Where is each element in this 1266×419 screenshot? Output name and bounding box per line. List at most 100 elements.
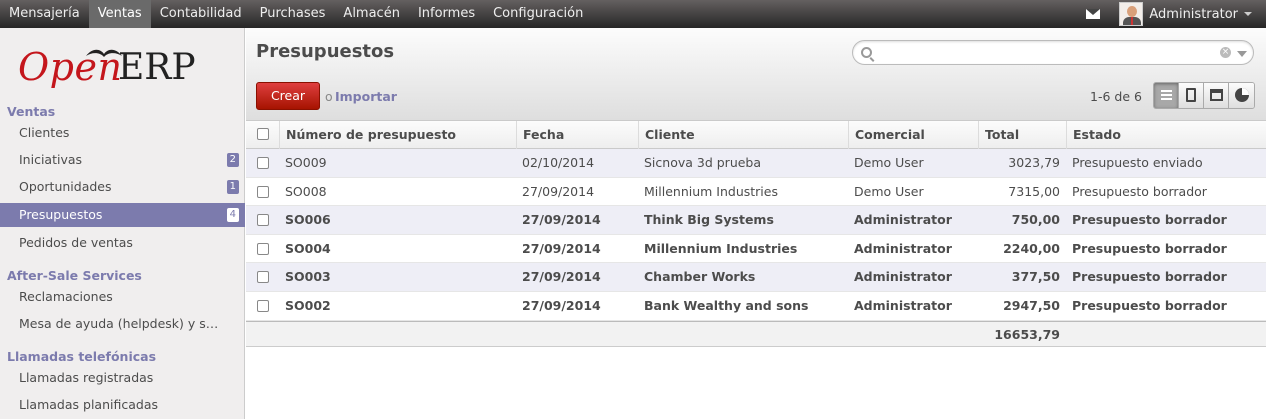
cell-total: 2947,50 [1003, 297, 1060, 313]
section-title-ventas: Ventas [7, 104, 56, 119]
column-header-state[interactable]: Estado [1066, 121, 1266, 149]
table-row[interactable]: SO002 27/09/2014 Bank Wealthy and sons Admi… [246, 292, 1266, 321]
sidebar-item-oportunidades[interactable]: Oportunidades 1 [0, 175, 245, 199]
search-box[interactable]: × [852, 40, 1254, 65]
sidebar-item-iniciativas[interactable]: Iniciativas 2 [0, 148, 245, 172]
column-header-salesperson[interactable]: Comercial [848, 121, 978, 149]
table-header: Número de presupuesto Fecha Cliente Come… [246, 121, 1266, 149]
search-icon[interactable] [861, 47, 872, 58]
count-badge: 4 [226, 208, 239, 222]
user-name[interactable]: Administrator [1149, 7, 1238, 22]
cell-number: SO009 [285, 155, 327, 170]
view-switcher [1153, 82, 1255, 109]
select-all-checkbox[interactable] [257, 128, 269, 140]
mail-icon[interactable] [1086, 9, 1101, 19]
chevron-down-icon[interactable] [1244, 12, 1252, 16]
sidebar-item-llamadas-planificadas[interactable]: Llamadas planificadas [0, 393, 245, 417]
sidebar-item-label: Pedidos de ventas [19, 235, 133, 250]
sidebar-item-label: Clientes [19, 125, 70, 140]
cell-customer: Bank Wealthy and sons [644, 297, 809, 313]
page-title: Presupuestos [256, 41, 395, 62]
sidebar-item-label: Presupuestos [19, 207, 103, 222]
cell-date: 27/09/2014 [522, 240, 601, 256]
sidebar-item-presupuestos[interactable]: Presupuestos 4 [0, 203, 245, 227]
sidebar-item-label: Llamadas planificadas [19, 397, 158, 412]
menu-configuracion[interactable]: Configuración [484, 0, 592, 28]
cell-date: 27/09/2014 [522, 212, 601, 228]
cell-state: Presupuesto borrador [1072, 183, 1207, 199]
sidebar-item-pedidos-de-ventas[interactable]: Pedidos de ventas [0, 231, 245, 255]
row-checkbox[interactable] [257, 157, 269, 169]
cell-salesperson: Administrator [854, 297, 952, 313]
sidebar: Open ERP Ventas Clientes Iniciativas 2 O… [0, 28, 245, 419]
sidebar-item-label: Iniciativas [19, 152, 83, 167]
main-content: Presupuestos × Crear o Importar 1-6 de 6… [246, 28, 1266, 419]
table-row[interactable]: SO003 27/09/2014 Chamber Works Administrato… [246, 263, 1266, 292]
clear-icon[interactable]: × [1220, 47, 1231, 58]
import-link[interactable]: Importar [335, 89, 397, 104]
menu-mensajeria[interactable]: Mensajería [0, 0, 89, 28]
table-row[interactable]: SO004 27/09/2014 Millennium Industries Admi… [246, 235, 1266, 264]
cell-salesperson: Demo User [854, 155, 924, 170]
table-row[interactable]: SO006 27/09/2014 Think Big Systems Administ… [246, 206, 1266, 235]
pie-chart-icon [1235, 88, 1249, 102]
count-badge: 2 [226, 153, 239, 167]
sidebar-item-helpdesk[interactable]: Mesa de ayuda (helpdesk) y s… [0, 312, 245, 336]
sidebar-item-llamadas-registradas[interactable]: Llamadas registradas [0, 366, 245, 390]
form-view-button[interactable] [1179, 83, 1204, 108]
row-checkbox[interactable] [257, 271, 269, 284]
cell-number: SO006 [285, 212, 331, 228]
list-view-button[interactable] [1154, 83, 1179, 108]
cell-salesperson: Administrator [854, 269, 952, 285]
menu-purchases[interactable]: Purchases [251, 0, 335, 28]
row-checkbox[interactable] [257, 299, 269, 312]
list-icon [1161, 90, 1172, 100]
column-header-date[interactable]: Fecha [516, 121, 638, 149]
cell-state: Presupuesto borrador [1072, 297, 1227, 313]
sidebar-item-label: Oportunidades [19, 179, 112, 194]
cell-date: 27/09/2014 [522, 183, 595, 199]
row-checkbox[interactable] [257, 242, 269, 255]
menu-almacen[interactable]: Almacén [334, 0, 409, 28]
create-button[interactable]: Crear [256, 82, 320, 110]
cell-salesperson: Demo User [854, 183, 924, 199]
cell-total: 2240,00 [1003, 240, 1060, 256]
cell-total: 7315,00 [1008, 183, 1060, 199]
cell-customer: Think Big Systems [644, 212, 774, 228]
sidebar-item-label: Llamadas registradas [19, 370, 154, 385]
menu-contabilidad[interactable]: Contabilidad [151, 0, 251, 28]
column-header-total[interactable]: Total [978, 121, 1066, 149]
sidebar-item-clientes[interactable]: Clientes [0, 121, 245, 145]
column-header-number[interactable]: Número de presupuesto [279, 121, 516, 149]
row-checkbox[interactable] [257, 185, 269, 198]
pager-value[interactable]: 1-6 de 6 [1090, 89, 1142, 104]
cell-total: 750,00 [1011, 212, 1060, 228]
cell-state: Presupuesto borrador [1072, 269, 1227, 285]
view-header: Presupuestos × Crear o Importar 1-6 de 6 [246, 28, 1266, 121]
calendar-view-button[interactable] [1204, 83, 1229, 108]
graph-view-button[interactable] [1229, 83, 1254, 108]
cell-number: SO004 [285, 240, 331, 256]
cell-state: Presupuesto borrador [1072, 240, 1227, 256]
table-row[interactable]: SO009 02/10/2014 Sicnova 3d prueba Demo Use… [246, 149, 1266, 178]
cell-date: 27/09/2014 [522, 269, 601, 285]
table-row[interactable]: SO008 27/09/2014 Millennium Industries Demo… [246, 178, 1266, 207]
search-input[interactable] [879, 44, 1219, 62]
column-header-customer[interactable]: Cliente [638, 121, 848, 149]
sidebar-item-label: Mesa de ayuda (helpdesk) y s… [19, 316, 219, 331]
or-label: o [325, 89, 333, 104]
sidebar-item-label: Reclamaciones [19, 289, 113, 304]
cell-salesperson: Administrator [854, 212, 952, 228]
top-menu: Mensajería Ventas Contabilidad Purchases… [0, 0, 592, 28]
search-options-icon[interactable] [1237, 51, 1247, 57]
cell-total: 377,50 [1011, 269, 1060, 285]
calendar-icon [1210, 89, 1223, 101]
top-navbar: Mensajería Ventas Contabilidad Purchases… [0, 0, 1266, 28]
menu-informes[interactable]: Informes [409, 0, 484, 28]
menu-ventas[interactable]: Ventas [88, 0, 151, 28]
sidebar-item-reclamaciones[interactable]: Reclamaciones [0, 285, 245, 309]
row-checkbox[interactable] [257, 214, 269, 227]
avatar[interactable] [1119, 2, 1144, 26]
table-body: SO009 02/10/2014 Sicnova 3d prueba Demo Use… [246, 149, 1266, 321]
cell-customer: Millennium Industries [644, 240, 798, 256]
